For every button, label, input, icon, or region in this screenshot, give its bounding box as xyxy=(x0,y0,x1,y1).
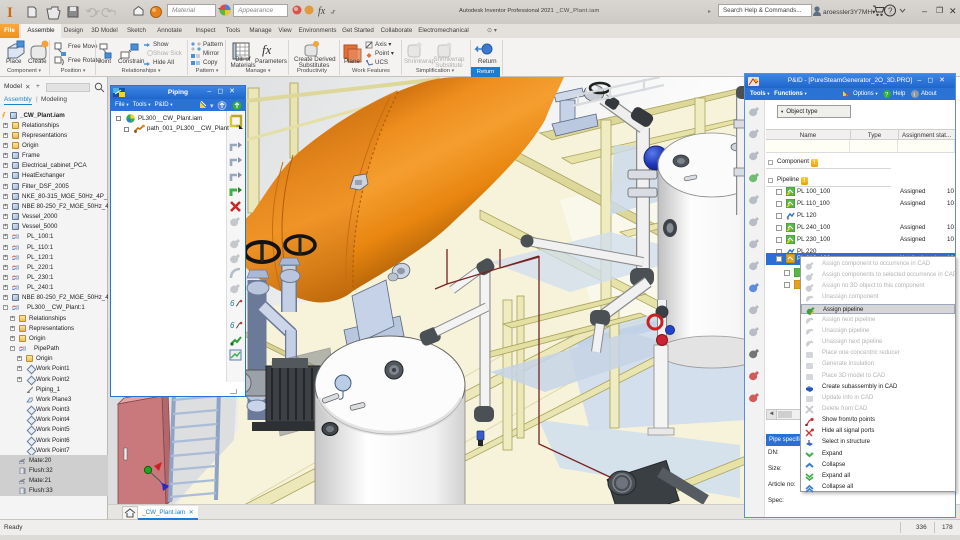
svg-text:fx: fx xyxy=(318,6,326,17)
svg-text:?: ? xyxy=(888,7,893,16)
svg-text:I: I xyxy=(7,5,13,21)
svg-text:6: 6 xyxy=(230,299,235,308)
svg-text:6: 6 xyxy=(230,321,235,330)
svg-text:fx: fx xyxy=(262,42,272,57)
svg-text:i: i xyxy=(914,93,915,99)
svg-text:▾: ▾ xyxy=(210,103,214,110)
